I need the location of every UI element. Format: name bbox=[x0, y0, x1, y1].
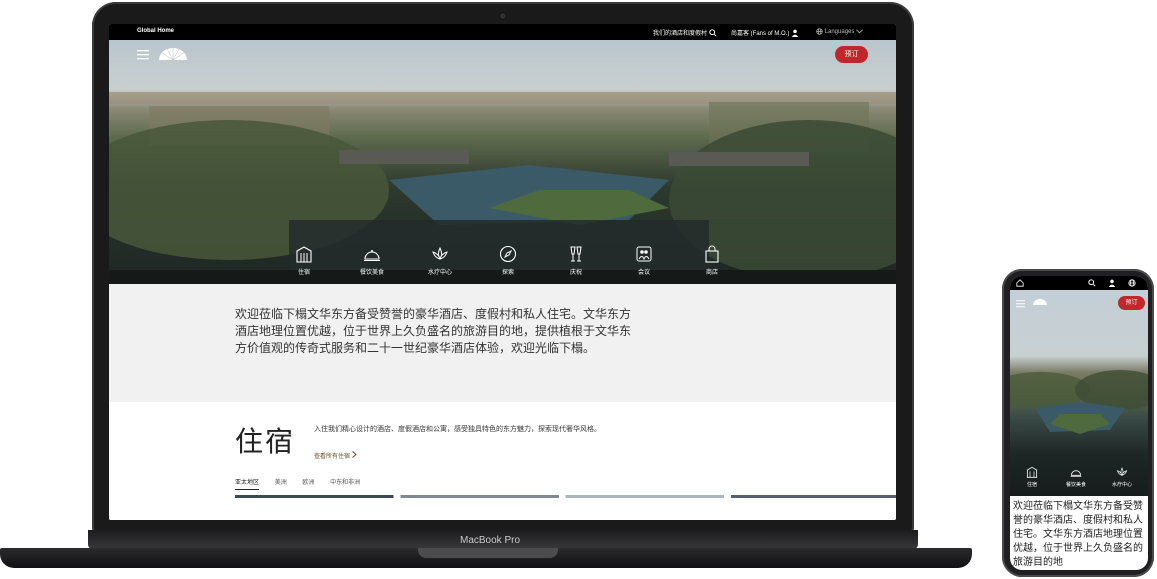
nav-label: 探索 bbox=[501, 270, 514, 276]
fans-label: 尚嘉客 (Fans of M.O.) bbox=[731, 31, 790, 37]
fan-logo-icon[interactable] bbox=[157, 46, 189, 64]
language-label: Languages bbox=[824, 29, 855, 36]
user-icon[interactable] bbox=[1108, 279, 1116, 287]
laptop-notch bbox=[418, 548, 558, 558]
compass-icon bbox=[499, 245, 517, 263]
tab-americas[interactable]: 美洲 bbox=[275, 477, 287, 489]
phone-nav-spa[interactable]: 水疗中心 bbox=[1102, 466, 1142, 488]
nav-meetings[interactable]: 会议 bbox=[619, 245, 669, 276]
fan-logo-icon[interactable] bbox=[1032, 298, 1048, 307]
rooms-section: 住宿 入住我们精心设计的酒店、度假酒店和公寓，感受独具特色的东方魅力，探索现代奢… bbox=[109, 402, 896, 520]
bag-icon bbox=[705, 245, 719, 263]
nav-label: 住宿 bbox=[1026, 482, 1037, 488]
stays-link[interactable]: 我们的酒店和度假村 bbox=[653, 28, 717, 37]
phone-screen: 预订 住宿 餐饮美食 水疗中心 欢迎莅临下榻文华东方备受赞誉的豪华酒店、度假村和… bbox=[1010, 276, 1148, 570]
tab-europe[interactable]: 欧洲 bbox=[302, 477, 314, 489]
view-all-rooms-link[interactable]: 查看所有住宿 bbox=[314, 451, 357, 460]
cloche-icon bbox=[1070, 470, 1082, 477]
search-icon[interactable] bbox=[709, 29, 717, 37]
nav-spa[interactable]: 水疗中心 bbox=[415, 245, 465, 276]
book-button[interactable]: 预订 bbox=[835, 46, 868, 63]
phone-nav-dining[interactable]: 餐饮美食 bbox=[1056, 466, 1096, 488]
chevron-right-icon bbox=[351, 451, 357, 458]
tab-middle-east-africa[interactable]: 中东和非洲 bbox=[330, 477, 360, 489]
glasses-icon bbox=[570, 246, 582, 262]
nav-label: 会议 bbox=[637, 270, 650, 276]
welcome-text: 欢迎莅临下榻文华东方备受赞誉的豪华酒店、度假村和私人住宅。文华东方酒店地理位置优… bbox=[235, 307, 632, 355]
nav-label: 餐饮美食 bbox=[359, 270, 384, 276]
cloche-icon bbox=[364, 250, 380, 261]
stays-label: 我们的酒店和度假村 bbox=[653, 31, 708, 37]
nav-label: 餐饮美食 bbox=[1065, 482, 1086, 488]
nav-dining[interactable]: 餐饮美食 bbox=[347, 245, 397, 276]
rooms-title: 住宿 bbox=[235, 425, 296, 458]
nav-label: 水疗中心 bbox=[427, 270, 452, 276]
building-icon bbox=[296, 246, 312, 263]
camera-icon bbox=[500, 13, 506, 19]
chevron-down-icon bbox=[856, 29, 863, 34]
nav-rooms[interactable]: 住宿 bbox=[279, 245, 329, 276]
phone-nav-rooms[interactable]: 住宿 bbox=[1012, 466, 1052, 488]
globe-icon[interactable] bbox=[1128, 279, 1136, 287]
people-icon bbox=[636, 246, 652, 262]
view-all-label: 查看所有住宿 bbox=[314, 454, 351, 460]
welcome-section: 欢迎莅临下榻文华东方备受赞誉的豪华酒店、度假村和私人住宅。文华东方酒店地理位置优… bbox=[109, 284, 896, 402]
menu-icon[interactable] bbox=[137, 50, 149, 60]
phone-hero-image: 预订 住宿 餐饮美食 水疗中心 bbox=[1010, 290, 1148, 496]
category-nav: 住宿 餐饮美食 水疗中心 探索 庆祝 会议 商店 bbox=[279, 245, 729, 284]
lotus-icon bbox=[432, 246, 448, 260]
home-icon[interactable] bbox=[1016, 279, 1024, 287]
phone-welcome-text: 欢迎莅临下榻文华东方备受赞誉的豪华酒店、度假村和私人住宅。文华东方酒店地理位置优… bbox=[1013, 501, 1143, 568]
top-bar: Global Home 我们的酒店和度假村 尚嘉客 (Fans of M.O.)… bbox=[109, 24, 896, 40]
nav-shop[interactable]: 商店 bbox=[687, 245, 737, 276]
global-home-link[interactable]: Global Home bbox=[137, 28, 174, 34]
user-icon bbox=[791, 30, 799, 38]
building-icon bbox=[1026, 466, 1038, 478]
nav-explore[interactable]: 探索 bbox=[483, 245, 533, 276]
region-tabs: 亚太地区 美洲 欧洲 中东和非洲 bbox=[235, 477, 374, 490]
macbook-label: MacBook Pro bbox=[459, 535, 521, 546]
phone-book-button[interactable]: 预订 bbox=[1118, 296, 1145, 310]
tab-asia-pacific[interactable]: 亚太地区 bbox=[235, 477, 260, 490]
nav-label: 住宿 bbox=[297, 270, 310, 276]
nav-label: 商店 bbox=[705, 270, 718, 276]
fans-link[interactable]: 尚嘉客 (Fans of M.O.) bbox=[731, 28, 799, 38]
phone-top-bar bbox=[1010, 276, 1148, 290]
property-cards-strip bbox=[235, 495, 896, 498]
lotus-icon bbox=[1116, 467, 1128, 476]
nav-celebrate[interactable]: 庆祝 bbox=[551, 245, 601, 276]
globe-icon bbox=[816, 28, 823, 35]
nav-label: 庆祝 bbox=[569, 270, 582, 276]
laptop-screen: Global Home 我们的酒店和度假村 尚嘉客 (Fans of M.O.)… bbox=[109, 24, 896, 520]
language-select[interactable]: Languages bbox=[816, 28, 863, 35]
rooms-description: 入住我们精心设计的酒店、度假酒店和公寓，感受独具特色的东方魅力，探索现代奢华风格… bbox=[314, 426, 601, 433]
hero-image: 预订 住宿 餐饮美食 水疗中心 探索 庆祝 会议 商店 bbox=[109, 40, 896, 284]
search-icon[interactable] bbox=[1088, 279, 1096, 287]
nav-label: 水疗中心 bbox=[1111, 482, 1132, 488]
menu-icon[interactable] bbox=[1016, 300, 1025, 308]
